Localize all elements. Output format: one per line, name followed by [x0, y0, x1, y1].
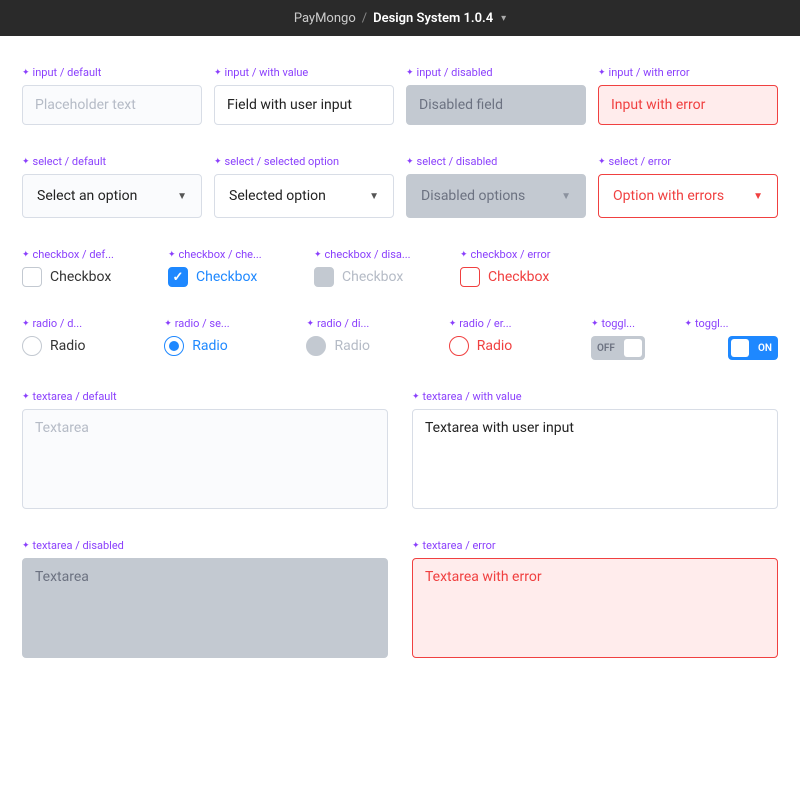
radio-selected-icon	[164, 336, 184, 356]
variant-label: select / error	[598, 155, 778, 168]
breadcrumb[interactable]: PayMongo / Design System 1.0.4 ▾	[0, 0, 800, 36]
input-default[interactable]: Placeholder text	[22, 85, 202, 125]
input-with-value[interactable]: Field with user input	[214, 85, 394, 125]
select-row: select / default Select an option ▼ sele…	[22, 155, 778, 218]
variant-label: radio / di...	[306, 317, 448, 330]
caret-down-icon: ▼	[561, 191, 571, 202]
radio-disabled-icon	[306, 336, 326, 356]
variant-label: select / disabled	[406, 155, 586, 168]
variant-label: textarea / with value	[412, 390, 778, 403]
variant-label: checkbox / def...	[22, 248, 168, 261]
caret-down-icon: ▼	[177, 191, 187, 202]
radio-toggle-row: radio / d... Radio radio / se... Radio r…	[22, 317, 778, 360]
radio-error-icon	[449, 336, 469, 356]
caret-down-icon: ▼	[369, 191, 379, 202]
variant-label: select / selected option	[214, 155, 394, 168]
checkbox-default[interactable]: Checkbox	[22, 267, 168, 287]
checkbox-disabled-icon	[314, 267, 334, 287]
checkbox-error-icon	[460, 267, 480, 287]
select-text: Select an option	[37, 188, 137, 204]
checkbox-label: Checkbox	[488, 269, 549, 285]
select-selected-option[interactable]: Selected option ▼	[214, 174, 394, 218]
variant-label: radio / se...	[164, 317, 306, 330]
variant-label: toggl...	[591, 317, 685, 330]
variant-label: input / disabled	[406, 66, 586, 79]
variant-label: textarea / disabled	[22, 539, 388, 552]
toggle-on-label: ON	[752, 343, 778, 354]
breadcrumb-org: PayMongo	[294, 11, 356, 26]
radio-circle-icon	[22, 336, 42, 356]
radio-label: Radio	[477, 338, 513, 354]
chevron-down-icon[interactable]: ▾	[501, 13, 506, 24]
textarea-error[interactable]: Textarea with error	[412, 558, 778, 658]
variant-label: toggl...	[684, 317, 778, 330]
select-disabled: Disabled options ▼	[406, 174, 586, 218]
toggle-off[interactable]: OFF	[591, 336, 645, 360]
input-disabled: Disabled field	[406, 85, 586, 125]
checkbox-label: Checkbox	[196, 269, 257, 285]
radio-selected[interactable]: Radio	[164, 336, 306, 356]
input-row: input / default Placeholder text input /…	[22, 66, 778, 125]
toggle-knob-icon	[731, 339, 749, 357]
radio-label: Radio	[192, 338, 228, 354]
checkbox-disabled: Checkbox	[314, 267, 460, 287]
textarea-disabled: Textarea	[22, 558, 388, 658]
variant-label: checkbox / error	[460, 248, 606, 261]
select-text: Option with errors	[613, 188, 724, 204]
variant-label: checkbox / che...	[168, 248, 314, 261]
caret-down-icon: ▼	[753, 191, 763, 202]
variant-label: input / with error	[598, 66, 778, 79]
variant-label: textarea / default	[22, 390, 388, 403]
select-text: Selected option	[229, 188, 326, 204]
textarea-with-value[interactable]: Textarea with user input	[412, 409, 778, 509]
breadcrumb-separator: /	[362, 11, 367, 26]
textarea-row-2: textarea / disabled Textarea textarea / …	[22, 539, 778, 658]
variant-label: select / default	[22, 155, 202, 168]
checkbox-checked[interactable]: Checkbox	[168, 267, 314, 287]
checkbox-checked-icon	[168, 267, 188, 287]
textarea-row-1: textarea / default Textarea textarea / w…	[22, 390, 778, 509]
toggle-on[interactable]: ON	[728, 336, 778, 360]
radio-label: Radio	[334, 338, 370, 354]
input-with-error[interactable]: Input with error	[598, 85, 778, 125]
select-text: Disabled options	[421, 188, 525, 204]
variant-label: radio / er...	[449, 317, 591, 330]
checkbox-error[interactable]: Checkbox	[460, 267, 606, 287]
checkbox-row: checkbox / def... Checkbox checkbox / ch…	[22, 248, 778, 287]
breadcrumb-project: Design System 1.0.4	[373, 11, 493, 26]
variant-label: input / with value	[214, 66, 394, 79]
variant-label: checkbox / disa...	[314, 248, 460, 261]
variant-label: radio / d...	[22, 317, 164, 330]
toggle-off-label: OFF	[591, 343, 621, 354]
radio-default[interactable]: Radio	[22, 336, 164, 356]
toggle-knob-icon	[624, 339, 642, 357]
checkbox-box-icon	[22, 267, 42, 287]
design-canvas: input / default Placeholder text input /…	[0, 36, 800, 718]
checkbox-label: Checkbox	[342, 269, 403, 285]
select-default[interactable]: Select an option ▼	[22, 174, 202, 218]
variant-label: input / default	[22, 66, 202, 79]
checkbox-label: Checkbox	[50, 269, 111, 285]
variant-label: textarea / error	[412, 539, 778, 552]
radio-error[interactable]: Radio	[449, 336, 591, 356]
radio-disabled: Radio	[306, 336, 448, 356]
select-error[interactable]: Option with errors ▼	[598, 174, 778, 218]
textarea-default[interactable]: Textarea	[22, 409, 388, 509]
radio-label: Radio	[50, 338, 86, 354]
